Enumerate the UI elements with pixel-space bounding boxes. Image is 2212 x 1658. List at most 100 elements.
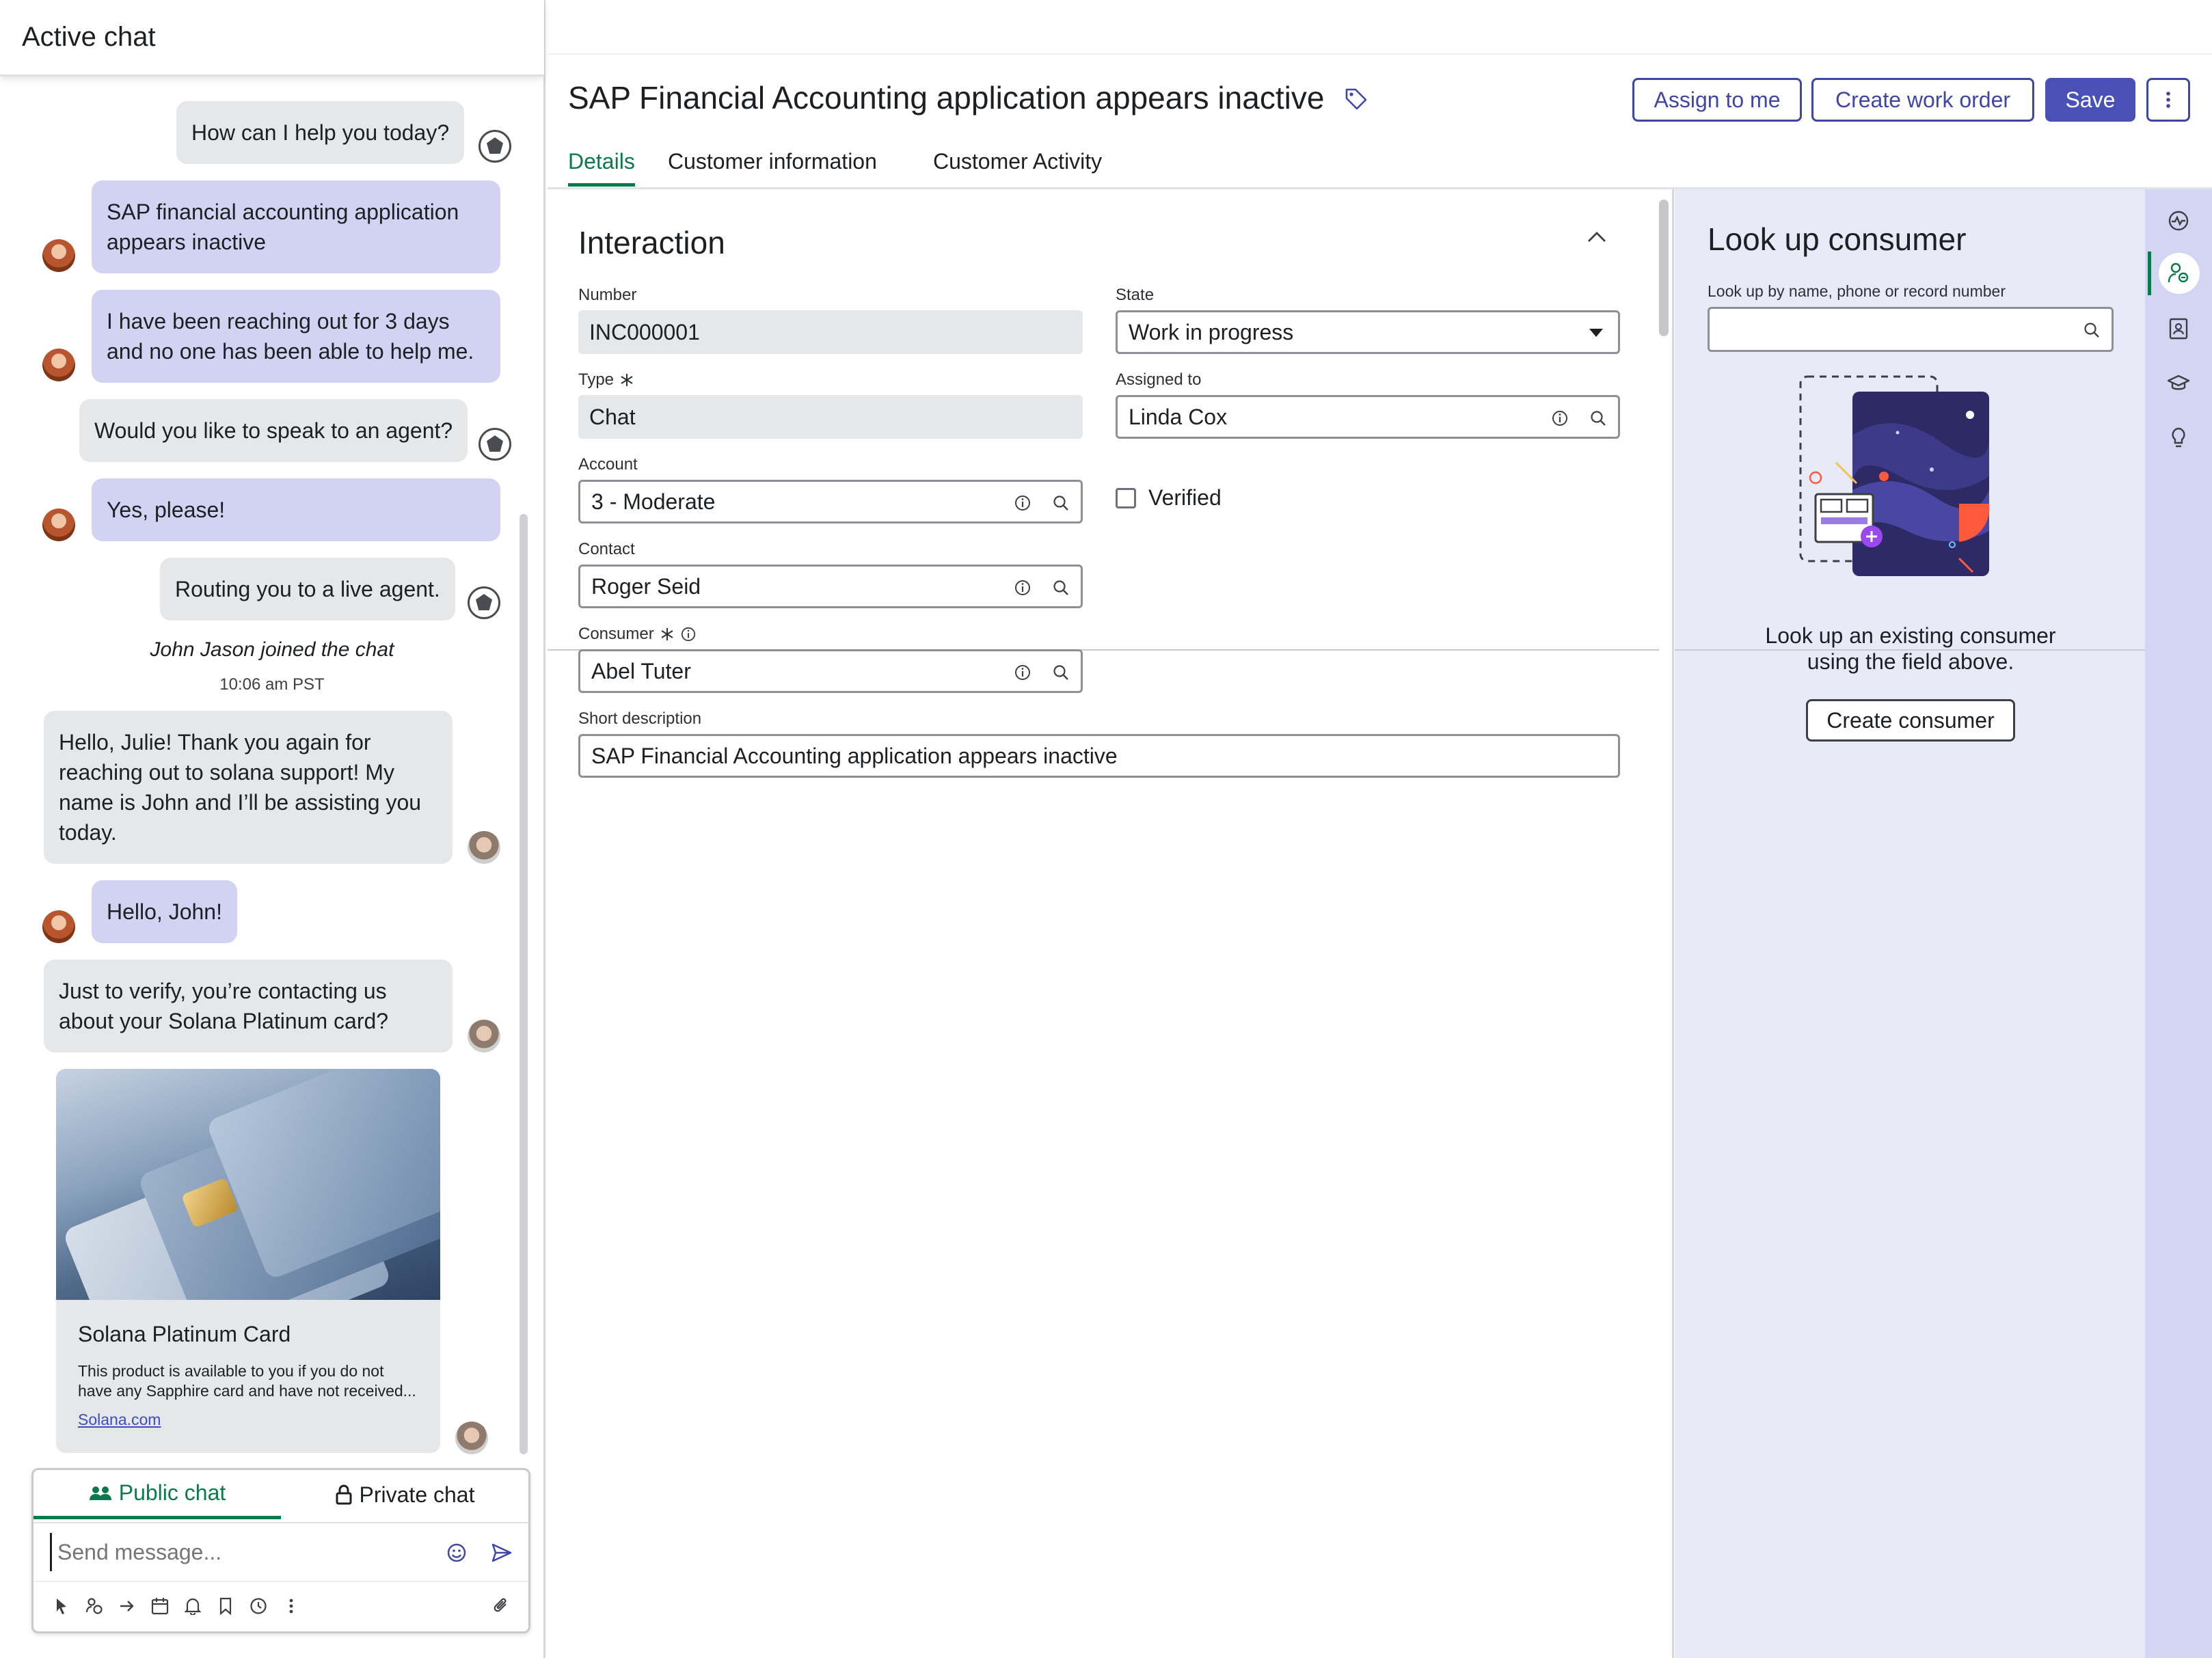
form-scrollbar-track <box>1659 189 1674 1658</box>
search-icon[interactable] <box>2083 321 2101 339</box>
account-label: Account <box>578 455 638 474</box>
lightbulb-icon[interactable] <box>2166 425 2191 451</box>
state-value: Work in progress <box>1129 319 1294 344</box>
assign-to-me-button[interactable]: Assign to me <box>1632 78 1802 122</box>
account-label-text: Account <box>578 455 638 474</box>
search-icon[interactable] <box>1589 409 1607 427</box>
tab-public-label: Public chat <box>118 1480 226 1505</box>
tab-private-label: Private chat <box>359 1482 475 1507</box>
agent-joined-time: 10:06 am PST <box>219 675 325 694</box>
active-tab-indicator <box>568 183 635 187</box>
create-consumer-button[interactable]: Create consumer <box>1806 699 2015 742</box>
tab-details[interactable]: Details <box>568 149 635 174</box>
message-line: Hello, Julie! Thank you again for <box>59 730 371 755</box>
message-line: appears inactive <box>107 230 267 254</box>
bot-avatar <box>478 428 511 461</box>
chat-message-agent: Hello, Julie! Thank you again for reachi… <box>44 711 453 864</box>
assigned-to-label: Assigned to <box>1116 370 1201 390</box>
contact-label-text: Contact <box>578 540 635 558</box>
chat-composer: Public chat Private chat <box>31 1468 530 1633</box>
bookmark-icon[interactable] <box>215 1596 236 1616</box>
toolbar-divider <box>33 1581 528 1582</box>
assign-icon[interactable] <box>84 1596 105 1616</box>
tag-icon[interactable] <box>1345 87 1368 114</box>
state-select[interactable]: Work in progress <box>1116 310 1620 354</box>
short-description-label-text: Short description <box>578 709 702 728</box>
top-bar <box>548 0 2212 55</box>
more-actions-button[interactable] <box>2146 78 2190 122</box>
search-icon[interactable] <box>1052 664 1070 681</box>
activity-icon[interactable] <box>2166 208 2191 234</box>
agent-joined-notice: John Jason joined the chat <box>150 638 394 661</box>
chat-message-system: Routing you to a live agent. <box>160 558 455 621</box>
tab-private-chat[interactable]: Private chat <box>281 1470 528 1519</box>
product-card-link[interactable]: Solana.com <box>78 1411 161 1429</box>
consumer-label-text: Consumer <box>578 625 654 643</box>
forward-icon[interactable] <box>117 1596 137 1616</box>
more-vertical-icon <box>2166 92 2170 108</box>
app-root: Active chat How can I help you today? SA… <box>0 0 2212 1658</box>
info-icon[interactable] <box>1014 664 1031 681</box>
consumer-value: Abel Tuter <box>591 658 691 683</box>
lookup-search-input[interactable] <box>1708 307 2114 352</box>
search-icon[interactable] <box>1052 579 1070 597</box>
description-line: This product is available to you if you … <box>78 1362 384 1380</box>
message-text: Would you like to speak to an agent? <box>94 418 453 443</box>
quick-action-icon[interactable] <box>51 1596 72 1616</box>
chat-panel: Active chat How can I help you today? SA… <box>0 0 545 1658</box>
lookup-message: Look up an existing consumer using the f… <box>1708 623 2114 675</box>
send-icon[interactable] <box>490 1541 513 1564</box>
consumer-field[interactable]: Abel Tuter <box>578 649 1083 693</box>
message-text: How can I help you today? <box>191 120 450 145</box>
emoji-icon[interactable] <box>445 1541 468 1564</box>
tab-customer-information[interactable]: Customer information <box>668 149 877 174</box>
info-icon[interactable] <box>1014 494 1031 512</box>
contact-card-icon[interactable] <box>2166 316 2191 342</box>
info-icon[interactable] <box>1014 579 1031 597</box>
form-scrollbar-thumb[interactable] <box>1659 200 1669 336</box>
customer-avatar <box>42 349 75 381</box>
calendar-icon[interactable] <box>150 1596 170 1616</box>
message-line: and no one has been able to help me. <box>107 339 474 364</box>
more-icon[interactable] <box>281 1596 301 1616</box>
chat-message-system: How can I help you today? <box>176 101 465 164</box>
consumer-lookup-icon[interactable] <box>2159 253 2200 294</box>
account-field[interactable]: 3 - Moderate <box>578 480 1083 524</box>
info-icon[interactable] <box>1551 409 1569 427</box>
message-text: Yes, please! <box>107 498 226 522</box>
bot-avatar <box>468 586 500 619</box>
tab-customer-activity[interactable]: Customer Activity <box>933 149 1102 174</box>
verified-checkbox[interactable] <box>1116 488 1136 508</box>
consumer-label: Consumer <box>578 625 697 644</box>
number-field: INC000001 <box>578 310 1083 354</box>
short-description-field[interactable]: SAP Financial Accounting application app… <box>578 734 1620 778</box>
contact-field[interactable]: Roger Seid <box>578 565 1083 608</box>
clock-icon[interactable] <box>248 1596 269 1616</box>
message-line: reaching out to solana support! My <box>59 760 394 785</box>
info-icon[interactable] <box>680 626 697 642</box>
knowledge-icon[interactable] <box>2166 370 2191 396</box>
product-card[interactable]: Solana Platinum Card This product is ava… <box>56 1069 440 1453</box>
create-work-order-button[interactable]: Create work order <box>1811 78 2034 122</box>
lookup-search-label: Look up by name, phone or record number <box>1708 282 2006 300</box>
verified-label: Verified <box>1148 485 1222 511</box>
search-icon[interactable] <box>1052 494 1070 512</box>
record-workspace: SAP Financial Accounting application app… <box>548 0 2212 1658</box>
chevron-up-icon[interactable] <box>1587 231 1607 247</box>
customer-avatar <box>42 508 75 541</box>
save-button[interactable]: Save <box>2045 78 2135 122</box>
chat-message-customer: SAP financial accounting application app… <box>92 180 500 273</box>
send-message-input[interactable] <box>50 1533 446 1571</box>
message-text: Routing you to a live agent. <box>175 577 440 601</box>
description-line: have any Sapphire card and have not rece… <box>78 1382 416 1400</box>
tab-public-chat[interactable]: Public chat <box>33 1470 281 1519</box>
number-label: Number <box>578 286 636 305</box>
notification-icon[interactable] <box>183 1596 203 1616</box>
product-card-title: Solana Platinum Card <box>78 1322 291 1346</box>
assigned-to-field[interactable]: Linda Cox <box>1116 395 1620 439</box>
verified-label-text: Verified <box>1148 485 1222 510</box>
attach-icon[interactable] <box>491 1596 512 1616</box>
customer-avatar <box>42 910 75 943</box>
message-line: today. <box>59 820 117 845</box>
chat-message-customer: Hello, John! <box>92 880 237 943</box>
